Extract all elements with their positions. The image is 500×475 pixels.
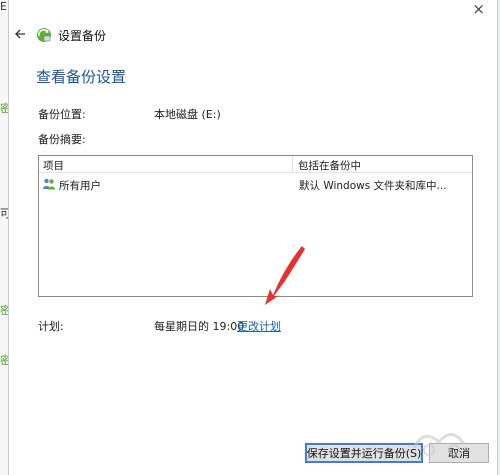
- schedule-value: 每星期日的 19:00: [154, 320, 245, 333]
- schedule-label: 计划:: [38, 320, 64, 333]
- column-header-included[interactable]: 包括在备份中: [298, 158, 361, 173]
- background-text-fragment: 密: [0, 102, 8, 115]
- list-header: 项目 包括在备份中: [39, 156, 472, 173]
- backup-restore-icon: [37, 28, 51, 42]
- title-bar: 设置备份: [9, 22, 497, 50]
- column-header-item[interactable]: 项目: [43, 158, 64, 173]
- cancel-button[interactable]: 取消: [429, 443, 489, 463]
- close-icon[interactable]: ×: [472, 2, 485, 17]
- backup-summary-label: 备份摘要:: [38, 133, 86, 146]
- save-and-run-backup-button[interactable]: 保存设置并运行备份(S): [305, 443, 423, 463]
- users-icon: [43, 178, 55, 190]
- back-arrow-icon[interactable]: [12, 25, 30, 43]
- page-heading: 查看备份设置: [36, 68, 127, 86]
- list-item[interactable]: 所有用户 默认 Windows 文件夹和库中...: [39, 176, 472, 194]
- change-schedule-link[interactable]: 更改计划: [237, 318, 281, 334]
- backup-summary-list[interactable]: 项目 包括在备份中 所有用户 默认 Windows 文件夹和库中...: [38, 155, 473, 297]
- window-title: 设置备份: [58, 29, 107, 43]
- row-item-name: 所有用户: [59, 180, 101, 192]
- backup-location-value: 本地磁盘 (E:): [154, 108, 221, 121]
- row-included-value: 默认 Windows 文件夹和库中...: [299, 180, 447, 192]
- backup-location-label: 备份位置:: [38, 108, 86, 121]
- background-text-fragment: E: [0, 0, 7, 13]
- background-text-fragment: 密: [0, 304, 8, 317]
- background-text-fragment: 密: [0, 354, 8, 367]
- column-divider[interactable]: [292, 156, 293, 172]
- backup-settings-window: × 设置备份 查看备份设置 备份位置: 本地磁盘 (E:) 备份摘要: 项目 包…: [8, 0, 498, 475]
- background-text-fragment: 可: [0, 207, 8, 220]
- screen: E 密 可 密 密 × 设置备份 查看备份设置 备份位置: 本地磁盘 (E:) …: [0, 0, 500, 475]
